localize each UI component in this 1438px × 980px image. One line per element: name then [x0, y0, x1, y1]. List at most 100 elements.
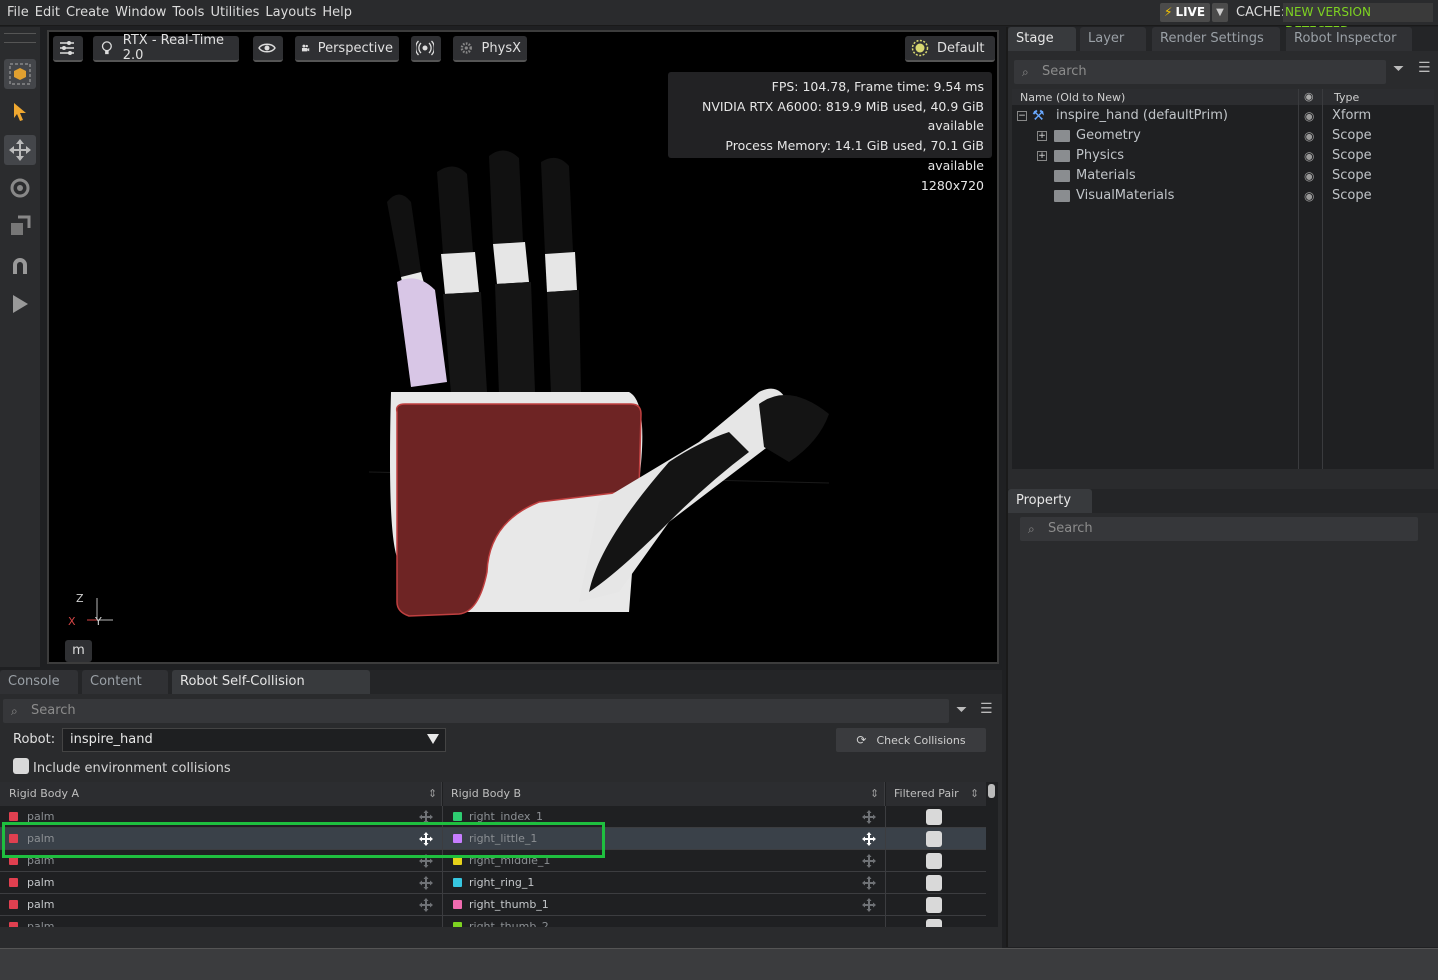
- column-type[interactable]: Type: [1334, 91, 1359, 104]
- stage-tree: Name (Old to New) ◉ Type − ⚒ inspire_han…: [1012, 89, 1434, 469]
- tab-self-collision-detector[interactable]: Robot Self-Collision Detector: [172, 670, 370, 713]
- column-name[interactable]: Name (Old to New): [1020, 91, 1125, 104]
- menu-icon[interactable]: ☰: [1418, 60, 1431, 76]
- visibility-eye-icon[interactable]: ◉: [1304, 166, 1314, 186]
- play-button[interactable]: [4, 289, 36, 319]
- viewport[interactable]: RTX - Real-Time 2.0 Perspective PhysX De…: [47, 30, 999, 664]
- select-mode-icon: [9, 63, 31, 85]
- menu-window[interactable]: Window: [112, 5, 169, 20]
- camera-button[interactable]: Perspective: [295, 36, 399, 62]
- filtered-pair-checkbox[interactable]: [926, 809, 942, 825]
- menu-edit[interactable]: Edit: [32, 5, 63, 20]
- lighting-label: Default: [937, 40, 985, 56]
- menu-create[interactable]: Create: [63, 5, 112, 20]
- tab-content[interactable]: Content: [82, 670, 168, 694]
- sort-icon[interactable]: ⇕: [428, 782, 437, 806]
- filtered-pair-checkbox[interactable]: [926, 831, 942, 847]
- menu-layouts[interactable]: Layouts: [262, 5, 319, 20]
- tab-property[interactable]: Property: [1008, 489, 1092, 513]
- filtered-pair-checkbox[interactable]: [926, 897, 942, 913]
- filter-icon[interactable]: ⏷: [956, 702, 967, 718]
- visibility-eye-icon[interactable]: ◉: [1304, 186, 1314, 206]
- unit-button[interactable]: m: [65, 640, 92, 662]
- collapse-icon[interactable]: −: [1017, 111, 1027, 121]
- filtered-pair-checkbox[interactable]: [926, 853, 942, 869]
- viewport-settings-button[interactable]: [53, 36, 83, 62]
- cache-status[interactable]: NEW VERSION DETECTED: [1283, 3, 1433, 38]
- select-button[interactable]: [4, 97, 36, 127]
- rotate-button[interactable]: [4, 173, 36, 203]
- renderer-button[interactable]: RTX - Real-Time 2.0: [93, 33, 239, 63]
- menu-icon[interactable]: ☰: [980, 701, 993, 717]
- live-button[interactable]: ⚡ LIVE: [1160, 3, 1210, 22]
- move-icon[interactable]: [418, 897, 434, 913]
- lighting-button[interactable]: Default: [905, 36, 995, 62]
- tree-row-materials[interactable]: Materials ◉ Scope: [1012, 166, 1434, 186]
- search-icon: ⌕: [1022, 65, 1029, 79]
- move-icon[interactable]: [418, 875, 434, 891]
- search-icon: ⌕: [11, 704, 18, 718]
- menu-tools[interactable]: Tools: [169, 5, 207, 20]
- visibility-eye-icon[interactable]: ◉: [1304, 126, 1314, 146]
- snap-button[interactable]: [4, 251, 36, 281]
- move-icon[interactable]: [861, 897, 877, 913]
- move-icon[interactable]: [861, 809, 877, 825]
- move-icon[interactable]: [861, 875, 877, 891]
- tree-item-type: Scope: [1332, 168, 1372, 183]
- robot-dropdown[interactable]: inspire_hand: [62, 728, 446, 752]
- color-swatch-a: [9, 922, 18, 927]
- stage-search-input[interactable]: ⌕ Search: [1014, 60, 1386, 84]
- stage-tabbar: Stage Layer Render Settings Robot Inspec…: [1008, 27, 1438, 51]
- filter-icon[interactable]: ⏷: [1393, 61, 1404, 77]
- filtered-pair-checkbox[interactable]: [926, 919, 942, 927]
- sort-icon[interactable]: ⇕: [870, 782, 879, 806]
- visibility-eye-icon[interactable]: ◉: [1304, 146, 1314, 166]
- tab-robot-inspector[interactable]: Robot Inspector: [1286, 27, 1412, 51]
- robot-hand-model[interactable]: [369, 142, 829, 622]
- tab-console[interactable]: Console: [0, 670, 78, 694]
- move-button[interactable]: [4, 135, 36, 165]
- table-row[interactable]: palm right_thumb_2: [0, 916, 986, 927]
- tree-row-physics[interactable]: + Physics ◉ Scope: [1012, 146, 1434, 166]
- chevron-down-icon: ▼: [1216, 7, 1224, 18]
- physics-button[interactable]: PhysX: [453, 36, 527, 62]
- tree-row-geometry[interactable]: + Geometry ◉ Scope: [1012, 126, 1434, 146]
- sort-icon[interactable]: ⇕: [970, 782, 979, 806]
- scale-button[interactable]: [4, 211, 36, 241]
- tab-render-settings[interactable]: Render Settings: [1152, 27, 1280, 51]
- column-rigid-body-b[interactable]: Rigid Body B ⇕: [443, 782, 885, 806]
- column-rigid-body-a[interactable]: Rigid Body A ⇕: [0, 782, 442, 806]
- tab-layer[interactable]: Layer: [1080, 27, 1146, 51]
- tree-row-visualmaterials[interactable]: VisualMaterials ◉ Scope: [1012, 186, 1434, 206]
- table-row[interactable]: palm right_ring_1: [0, 872, 986, 894]
- toolbar-grip[interactable]: [4, 33, 36, 43]
- expand-icon[interactable]: +: [1037, 151, 1047, 161]
- scrollbar-thumb[interactable]: [988, 784, 995, 798]
- menu-file[interactable]: File: [4, 5, 32, 20]
- snap-magnet-icon: [13, 258, 27, 274]
- menu-utilities[interactable]: Utilities: [207, 5, 262, 20]
- menu-help[interactable]: Help: [319, 5, 355, 20]
- expand-icon[interactable]: +: [1037, 131, 1047, 141]
- include-env-checkbox[interactable]: [13, 758, 29, 774]
- column-filtered-pair[interactable]: Filtered Pair ⇕: [886, 782, 986, 806]
- filtered-pair-checkbox[interactable]: [926, 875, 942, 891]
- move-icon[interactable]: [861, 831, 877, 847]
- tree-item-label: Materials: [1076, 168, 1136, 183]
- select-mode-button[interactable]: [4, 59, 36, 89]
- audio-button[interactable]: [411, 36, 441, 62]
- collision-search-input[interactable]: ⌕ Search: [3, 699, 949, 723]
- rigid-body-b: right_thumb_2: [469, 920, 549, 927]
- table-row[interactable]: palm right_thumb_1: [0, 894, 986, 916]
- left-toolbar: [0, 27, 40, 667]
- move-icon[interactable]: [861, 853, 877, 869]
- visibility-eye-icon[interactable]: ◉: [1304, 106, 1314, 126]
- tree-row-inspire-hand[interactable]: − ⚒ inspire_hand (defaultPrim) ◉ Xform: [1012, 106, 1434, 126]
- property-search-input[interactable]: ⌕ Search: [1020, 517, 1418, 541]
- check-collisions-button[interactable]: ⟳ Check Collisions: [836, 728, 986, 752]
- live-dropdown-button[interactable]: ▼: [1212, 3, 1228, 22]
- visibility-button[interactable]: [253, 36, 283, 62]
- property-search-placeholder: Search: [1048, 521, 1093, 536]
- tab-stage[interactable]: Stage: [1008, 27, 1076, 51]
- stage-tree-header: Name (Old to New) ◉ Type: [1012, 89, 1434, 105]
